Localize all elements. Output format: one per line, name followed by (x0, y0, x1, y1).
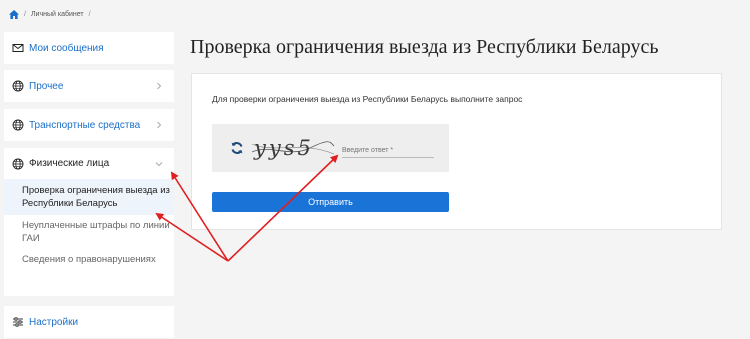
sidebar-item-vehicles[interactable]: Транспортные средства (4, 109, 174, 141)
globe-icon (12, 158, 24, 169)
envelope-icon (12, 44, 24, 52)
refresh-icon[interactable] (230, 141, 244, 155)
globe-icon (12, 119, 24, 131)
chevron-right-icon (157, 121, 162, 129)
chevron-right-icon (157, 82, 162, 90)
sliders-icon (13, 317, 23, 327)
captcha-text: yys5 (253, 136, 314, 160)
sidebar-group-individuals: Физические лица Проверка ограничения вые… (4, 148, 174, 296)
sidebar-item-label: Мои сообщения (29, 42, 104, 54)
captcha-image: yys5 (251, 136, 335, 160)
sidebar-subitem-traffic-fines[interactable]: Неуплаченные штрафы по линии ГАИ (4, 215, 174, 249)
sidebar-item-settings[interactable]: Настройки (4, 306, 174, 338)
sidebar-item-individuals[interactable]: Физические лица (4, 148, 174, 179)
sidebar-item-label: Физические лица (29, 158, 110, 169)
submit-button[interactable]: Отправить (212, 192, 449, 212)
breadcrumb-item-cabinet[interactable]: Личный кабинет (31, 11, 84, 18)
sidebar-item-other[interactable]: Прочее (4, 70, 174, 102)
captcha-answer-input[interactable] (342, 143, 434, 158)
breadcrumb: / Личный кабинет / (9, 10, 91, 19)
breadcrumb-separator: / (88, 11, 91, 18)
breadcrumb-separator: / (24, 11, 26, 18)
globe-icon (12, 80, 24, 92)
chevron-down-icon (155, 161, 163, 166)
sidebar-item-messages[interactable]: Мои сообщения (4, 32, 174, 64)
instruction-text: Для проверки ограничения выезда из Респу… (212, 94, 523, 104)
sidebar-subitem-offenses[interactable]: Сведения о правонарушениях (4, 249, 174, 270)
sidebar-item-label: Настройки (29, 316, 79, 328)
page-title: Проверка ограничения выезда из Республик… (190, 36, 659, 58)
home-icon[interactable] (9, 10, 19, 19)
request-panel: Для проверки ограничения выезда из Респу… (191, 73, 722, 230)
sidebar-item-label: Транспортные средства (29, 119, 141, 131)
sidebar-item-label: Прочее (29, 80, 64, 92)
captcha-box: yys5 (212, 124, 449, 172)
sidebar-subitem-exit-check[interactable]: Проверка ограничения выезда из Республик… (4, 179, 174, 215)
